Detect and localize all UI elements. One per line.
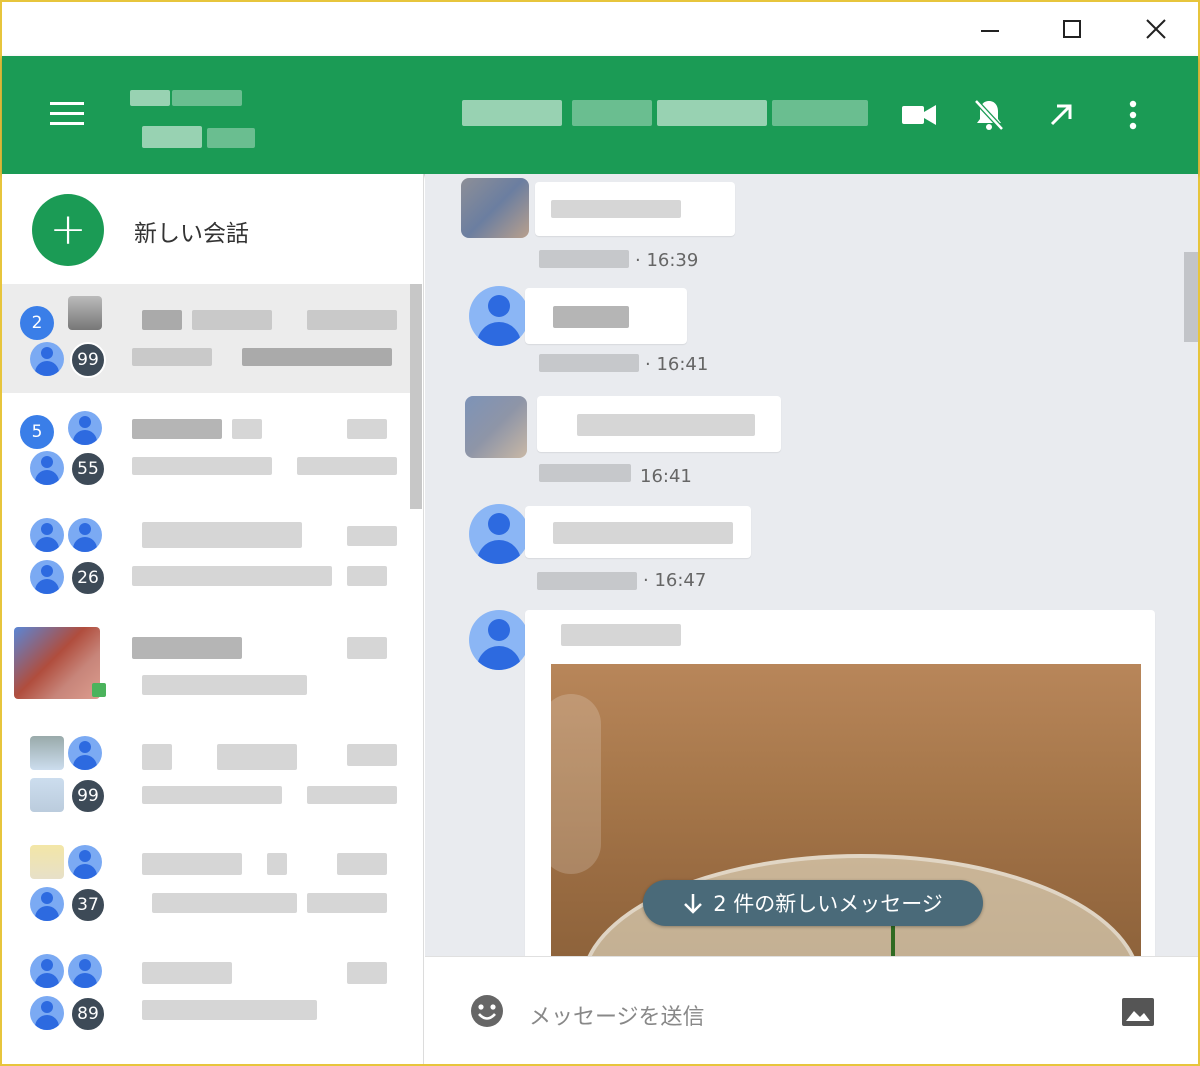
member-count-badge: 99 (70, 778, 106, 814)
close-button[interactable] (1116, 2, 1196, 56)
group-avatar: 26 (20, 514, 108, 598)
new-messages-button[interactable]: 2 件の新しいメッセージ (643, 880, 983, 926)
video-call-icon (902, 105, 936, 125)
photo-avatar (14, 623, 108, 707)
minimize-button[interactable] (950, 2, 1030, 56)
close-icon (1146, 19, 1166, 39)
sender-avatar (469, 610, 529, 670)
video-call-button[interactable] (896, 92, 942, 138)
minimize-icon (981, 30, 999, 32)
open-external-button[interactable] (1038, 92, 1084, 138)
arrow-down-icon (684, 894, 703, 914)
message-time: · 16:39 (635, 250, 699, 271)
conversation-item[interactable]: 37 (2, 829, 412, 938)
member-count-badge: 26 (70, 560, 106, 596)
app-header (2, 56, 1198, 174)
notifications-off-icon (974, 99, 1004, 131)
conversation-item[interactable]: 99 (2, 720, 412, 829)
sender-avatar (461, 178, 529, 238)
unread-badge: 5 (20, 415, 54, 449)
conversation-item[interactable]: 2 99 (2, 284, 412, 393)
message-time: · 16:41 (645, 354, 709, 375)
message-input[interactable]: メッセージを送信 (529, 999, 705, 1031)
message-time: · 16:47 (643, 570, 707, 591)
new-conversation-label: 新しい会話 (134, 221, 249, 247)
conversation-item[interactable]: 26 (2, 502, 412, 611)
member-count-badge: 89 (70, 996, 106, 1032)
conversation-item[interactable]: 5 55 (2, 393, 412, 502)
message-bubble (525, 506, 751, 558)
image-icon[interactable] (1121, 997, 1155, 1027)
message-bubble (537, 396, 781, 452)
member-count-badge: 37 (70, 887, 106, 923)
new-messages-label: 2 件の新しいメッセージ (713, 892, 943, 916)
group-avatar: 37 (20, 841, 108, 925)
message-time: 16:41 (640, 466, 692, 487)
more-options-button[interactable] (1110, 92, 1156, 138)
maximize-icon (1063, 20, 1081, 38)
plus-icon: + (32, 194, 104, 266)
hamburger-icon[interactable] (50, 102, 84, 126)
sidebar-scrollbar[interactable] (410, 284, 422, 509)
message-composer: メッセージを送信 (425, 956, 1198, 1064)
new-conversation-button[interactable]: + 新しい会話 (2, 174, 423, 284)
sender-name-redacted (537, 572, 637, 590)
group-avatar: 5 55 (20, 405, 108, 489)
conversation-sidebar: + 新しい会話 2 99 5 55 26 99 37 89 (2, 174, 424, 1064)
conversation-item[interactable]: 89 (2, 938, 412, 1047)
sender-name-redacted (539, 250, 629, 268)
chat-scrollbar[interactable] (1184, 252, 1198, 342)
group-avatar: 99 (20, 732, 108, 816)
sender-name-redacted (539, 464, 631, 482)
group-avatar: 89 (20, 950, 108, 1034)
sender-avatar (469, 504, 529, 564)
more-vert-icon (1129, 100, 1137, 130)
unread-badge: 2 (20, 306, 54, 340)
notifications-off-button[interactable] (966, 92, 1012, 138)
conversation-item[interactable] (2, 611, 412, 720)
group-avatar: 2 99 (20, 296, 108, 380)
conversation-list: 2 99 5 55 26 99 37 89 (2, 284, 412, 1047)
open-external-icon (1050, 104, 1072, 126)
chat-messages-area: · 16:39 · 16:41 16:41 · 16:47 2 件の新しいメッセ… (425, 174, 1198, 956)
emoji-icon[interactable] (469, 993, 505, 1029)
member-count-badge: 55 (70, 451, 106, 487)
sender-avatar (465, 396, 527, 458)
sender-name-redacted (539, 354, 639, 372)
window-titlebar (2, 2, 1198, 56)
message-bubble (535, 182, 735, 236)
sender-avatar (469, 286, 529, 346)
member-count-badge: 99 (70, 342, 106, 378)
maximize-button[interactable] (1032, 2, 1112, 56)
message-bubble (525, 288, 687, 344)
